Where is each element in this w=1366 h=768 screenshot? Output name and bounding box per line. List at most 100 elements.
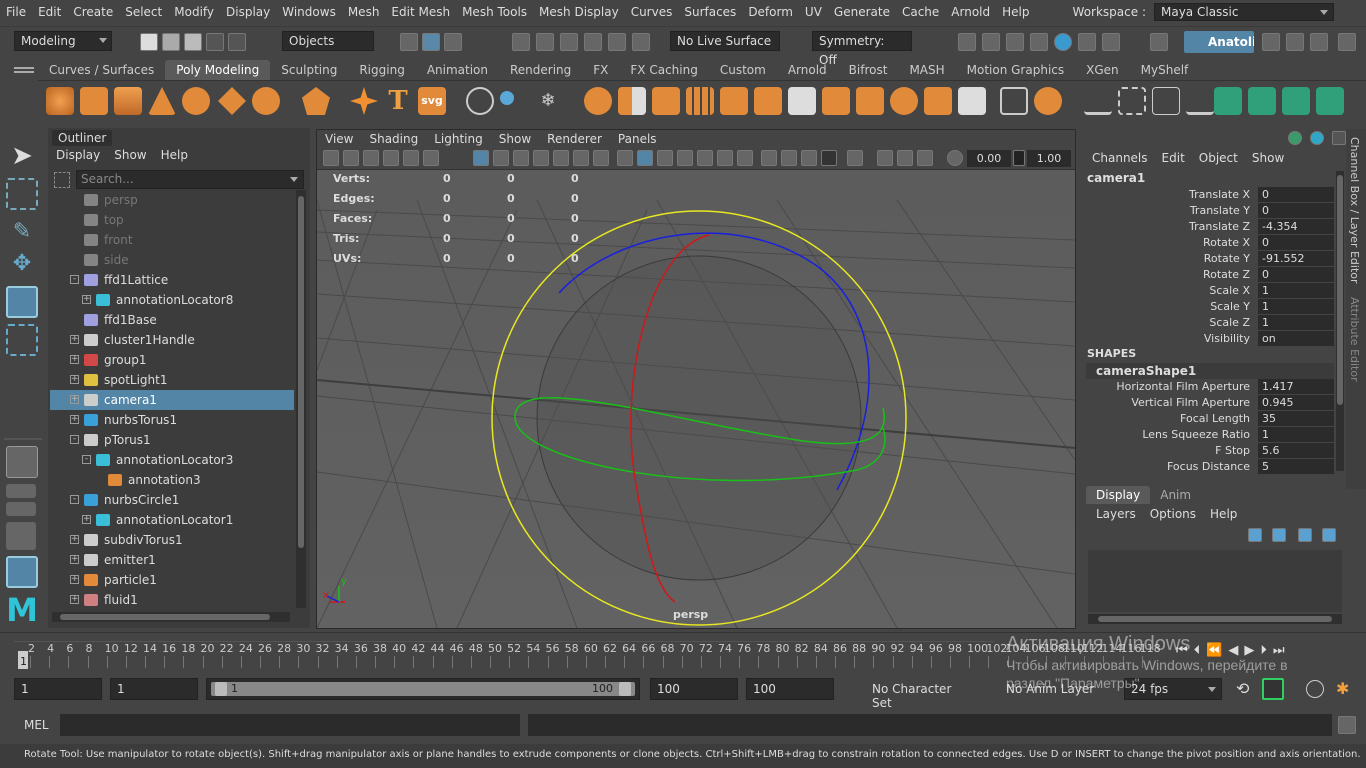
channel-visibility[interactable]: Visibility on — [1082, 331, 1334, 347]
exposure-icon[interactable] — [947, 150, 963, 166]
menu-surfaces[interactable]: Surfaces — [678, 5, 742, 19]
channel-value[interactable]: 1.417 — [1258, 379, 1334, 394]
channel-box-key-icon[interactable] — [1310, 131, 1324, 145]
menu-generate[interactable]: Generate — [828, 5, 896, 19]
snap-grid-icon[interactable] — [512, 33, 530, 51]
near-clip-field[interactable]: 0.00 — [967, 150, 1011, 167]
wireframe-icon[interactable] — [617, 150, 633, 166]
outliner-item-front[interactable]: front — [50, 230, 294, 250]
viewport-menu-lighting[interactable]: Lighting — [426, 130, 491, 148]
outliner-item-ffd1lattice[interactable]: - ffd1Lattice — [50, 270, 294, 290]
attribute-editor-icon[interactable] — [1310, 33, 1328, 51]
playback-start-field[interactable]: 1 — [110, 678, 198, 700]
layer-menu-help[interactable]: Help — [1210, 506, 1237, 522]
channel-box-pivot-icon[interactable] — [1288, 131, 1302, 145]
viewport-canvas[interactable]: x y Verts: 0 0 0 Edges: 0 0 0 Faces: 0 0 0 Tris: 0 0 0 U… — [316, 170, 1076, 629]
wireframe-on-shaded-icon[interactable] — [657, 150, 673, 166]
type-tool-icon[interactable]: T — [384, 87, 412, 115]
collapse-icon[interactable]: - — [70, 275, 79, 284]
gate-mask-icon[interactable] — [533, 150, 549, 166]
collapse-icon[interactable]: - — [70, 435, 79, 444]
channel-focal-length[interactable]: Focal Length 35 — [1082, 411, 1334, 427]
channel-scale-x[interactable]: Scale X 1 — [1082, 283, 1334, 299]
channel-value[interactable]: 5.6 — [1258, 443, 1334, 458]
symmetry-dropdown[interactable]: Symmetry: Off — [812, 31, 912, 67]
script-language-label[interactable]: MEL — [24, 718, 49, 732]
shelf-tab-myshelf[interactable]: MyShelf — [1130, 60, 1200, 80]
pause-icon[interactable] — [1102, 33, 1120, 51]
uv-editor-icon[interactable] — [1214, 87, 1242, 115]
menu-uv[interactable]: UV — [799, 5, 828, 19]
layer-tab-display[interactable]: Display — [1086, 486, 1151, 504]
outliner-item-group1[interactable]: + group1 — [50, 350, 294, 370]
anim-prefs-icon[interactable] — [1306, 680, 1324, 698]
merge-icon[interactable] — [924, 87, 952, 115]
channel-value[interactable]: -91.552 — [1258, 251, 1334, 266]
shelf-tab-xgen[interactable]: XGen — [1075, 60, 1130, 80]
combine-icon[interactable] — [584, 87, 612, 115]
outliner-item-camera1[interactable]: + camera1 — [50, 390, 294, 410]
channel-box-icon[interactable] — [1338, 33, 1356, 51]
scene-end-field[interactable]: 100 — [746, 678, 834, 700]
outliner-filter-icon[interactable] — [54, 172, 70, 188]
separate-icon[interactable] — [618, 87, 646, 115]
select-object-icon[interactable] — [422, 33, 440, 51]
poly-cube-icon[interactable] — [80, 87, 108, 115]
unfold-icon[interactable] — [1316, 87, 1344, 115]
shadows-icon[interactable] — [717, 150, 733, 166]
lasso-tool-icon[interactable] — [6, 178, 38, 210]
channel-value[interactable]: 1 — [1258, 315, 1334, 330]
channel-rotate-x[interactable]: Rotate X 0 — [1082, 235, 1334, 251]
outliner-item-annotationlocator3[interactable]: - annotationLocator3 — [50, 450, 294, 470]
ambient-occlusion-icon[interactable] — [737, 150, 753, 166]
outliner-item-ffd1base[interactable]: ffd1Base — [50, 310, 294, 330]
new-layer-icon[interactable] — [1298, 528, 1312, 542]
persp-graph-icon[interactable] — [6, 522, 36, 550]
layer-hscrollbar[interactable] — [1088, 614, 1342, 624]
layer-menu-options[interactable]: Options — [1150, 506, 1196, 522]
hypershade-icon[interactable] — [1054, 33, 1072, 51]
menuset-dropdown[interactable]: Modeling — [14, 31, 112, 51]
arnold-render-icon[interactable] — [1078, 33, 1096, 51]
expand-icon[interactable]: + — [82, 515, 91, 524]
camera-attributes-icon[interactable] — [343, 150, 359, 166]
attribute-editor-tab[interactable]: Attribute Editor — [1348, 297, 1361, 382]
field-chart-icon[interactable] — [553, 150, 569, 166]
film-gate-icon[interactable] — [493, 150, 509, 166]
layer-list[interactable] — [1088, 550, 1342, 612]
snap-live-icon[interactable] — [608, 33, 626, 51]
channel-value[interactable]: 0 — [1258, 235, 1334, 250]
outliner-vscrollbar[interactable] — [296, 190, 306, 608]
expand-icon[interactable]: + — [70, 335, 79, 344]
shelf-menu-icon[interactable] — [14, 64, 34, 78]
persp-outliner-icon[interactable] — [6, 502, 36, 516]
snap-point-icon[interactable] — [560, 33, 578, 51]
channel-focus-distance[interactable]: Focus Distance 5 — [1082, 459, 1334, 475]
move-layer-up-icon[interactable] — [1248, 528, 1262, 542]
slide-edge-icon[interactable] — [1186, 87, 1214, 115]
channel-value[interactable]: 0 — [1258, 267, 1334, 282]
channel-vertical-film-aperture[interactable]: Vertical Film Aperture 0.945 — [1082, 395, 1334, 411]
textured-icon[interactable] — [677, 150, 693, 166]
four-view-icon[interactable] — [6, 484, 36, 498]
live-surface-field[interactable]: No Live Surface — [670, 31, 780, 51]
viewport-menu-show[interactable]: Show — [491, 130, 539, 148]
channel-value[interactable]: 1 — [1258, 299, 1334, 314]
single-view-icon[interactable] — [6, 446, 38, 478]
target-weld-icon[interactable] — [1000, 87, 1028, 115]
select-component-icon[interactable] — [444, 33, 462, 51]
menu-display[interactable]: Display — [220, 5, 276, 19]
expand-icon[interactable]: + — [70, 595, 79, 604]
menu-mesh-display[interactable]: Mesh Display — [533, 5, 625, 19]
shelf-tab-fx-caching[interactable]: FX Caching — [619, 60, 708, 80]
channel-value[interactable]: 0 — [1258, 187, 1334, 202]
poly-disc-icon[interactable] — [252, 87, 280, 115]
shelf-tab-mash[interactable]: MASH — [898, 60, 955, 80]
viewport-menu-shading[interactable]: Shading — [361, 130, 426, 148]
command-input[interactable] — [60, 714, 520, 736]
ipr-render-icon[interactable] — [1006, 33, 1024, 51]
platonic-solid-icon[interactable] — [302, 87, 330, 115]
reduce-icon[interactable] — [720, 87, 748, 115]
expand-icon[interactable]: + — [70, 395, 79, 404]
range-start-handle[interactable] — [215, 682, 227, 696]
